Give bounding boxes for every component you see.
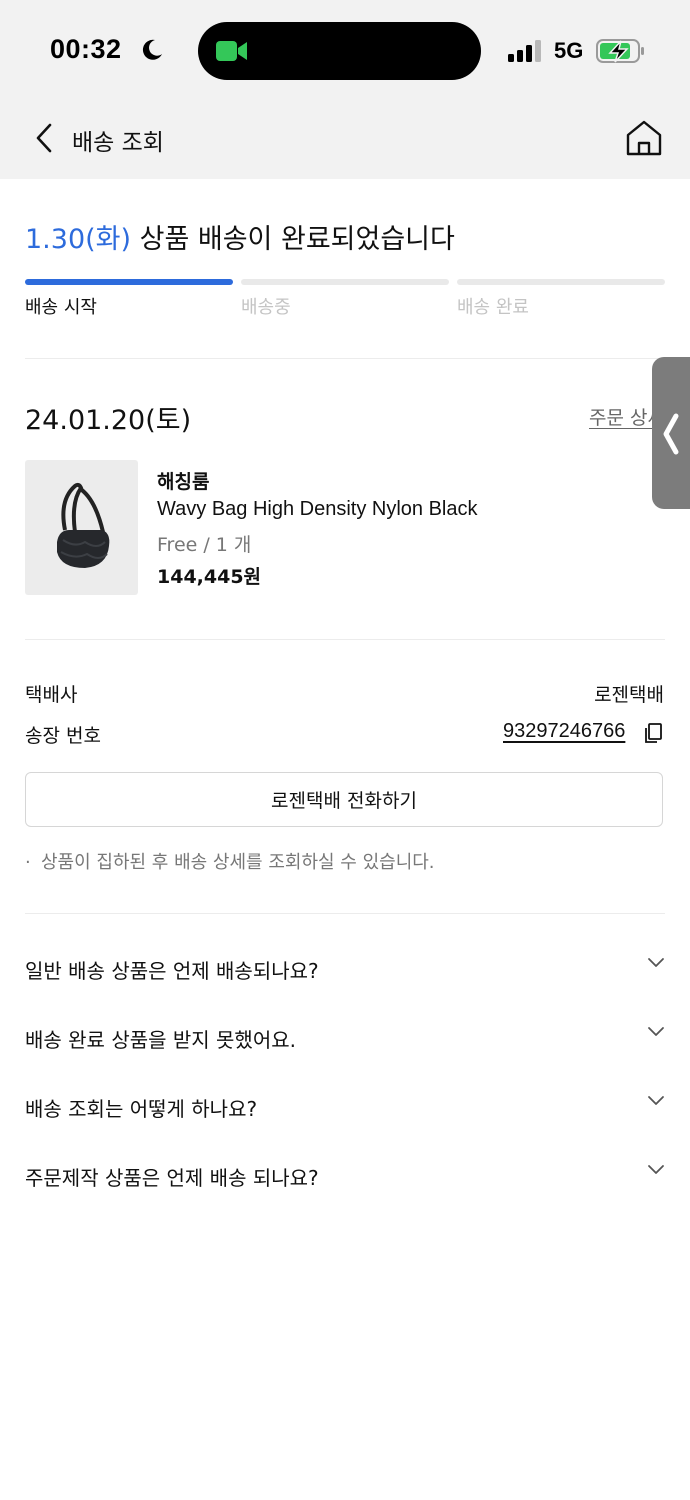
page-title: 배송 조회 (72, 130, 164, 156)
delivery-status-text: 상품 배송이 완료되었습니다 (131, 224, 455, 255)
faq-question: 일반 배송 상품은 언제 배송되나요? (25, 959, 319, 983)
tracking-number[interactable]: 93297246766 (503, 720, 625, 743)
faq-item[interactable]: 배송 조회는 어떻게 하나요? (25, 1093, 665, 1133)
bag-image (57, 482, 110, 568)
product-price: 144,445원 (157, 566, 262, 588)
copy-icon[interactable] (642, 722, 664, 744)
divider (25, 358, 665, 359)
bullet: · (25, 852, 31, 873)
faq-question: 배송 조회는 어떻게 하나요? (25, 1097, 258, 1121)
home-icon[interactable] (624, 118, 664, 158)
tracking-note-text: 상품이 집하된 후 배송 상세를 조회하실 수 있습니다. (41, 852, 435, 873)
back-chevron-icon[interactable] (32, 120, 58, 156)
faq-item[interactable]: 배송 완료 상품을 받지 못했어요. (25, 1024, 665, 1064)
faq-question: 배송 완료 상품을 받지 못했어요. (25, 1028, 296, 1052)
faq-question: 주문제작 상품은 언제 배송 되나요? (25, 1166, 319, 1190)
chevron-down-icon (648, 1165, 664, 1174)
progress-segment-start (25, 279, 233, 285)
battery-charging-icon (596, 39, 644, 63)
chevron-left-icon (663, 413, 679, 455)
status-time: 00:32 (50, 34, 122, 64)
moon-icon (142, 39, 162, 60)
faq-item[interactable]: 일반 배송 상품은 언제 배송되나요? (25, 955, 665, 995)
step-label-complete: 배송 완료 (457, 297, 529, 318)
progress-segment-complete (457, 279, 665, 285)
cellular-signal-icon (508, 40, 541, 62)
product-brand[interactable]: 해칭룸 (157, 467, 209, 494)
call-carrier-button[interactable]: 로젠택배 전화하기 (25, 772, 663, 827)
step-label-start: 배송 시작 (25, 297, 97, 318)
faq-item[interactable]: 주문제작 상품은 언제 배송 되나요? (25, 1162, 665, 1202)
carrier-value: 로젠택배 (594, 684, 664, 706)
step-label-in-transit: 배송중 (241, 297, 291, 318)
chevron-down-icon (648, 1027, 664, 1036)
delivery-status-headline: 1.30(화) 상품 배송이 완료되었습니다 (25, 217, 455, 256)
carrier-label: 택배사 (25, 684, 78, 706)
order-date: 24.01.20(토) (25, 405, 192, 436)
tracking-note: · 상품이 집하된 후 배송 상세를 조회하실 수 있습니다. (25, 848, 435, 874)
progress-segment-in-transit (241, 279, 449, 285)
chevron-down-icon (648, 958, 664, 967)
network-type: 5G (554, 38, 584, 63)
delivery-date: 1.30(화) (25, 224, 132, 255)
product-name[interactable]: Wavy Bag High Density Nylon Black (157, 498, 478, 521)
tracking-label: 송장 번호 (25, 725, 101, 747)
chevron-down-icon (648, 1096, 664, 1105)
divider (25, 913, 665, 914)
product-option: Free / 1 개 (157, 534, 252, 556)
facetime-camera-icon (216, 41, 247, 61)
divider (25, 639, 665, 640)
